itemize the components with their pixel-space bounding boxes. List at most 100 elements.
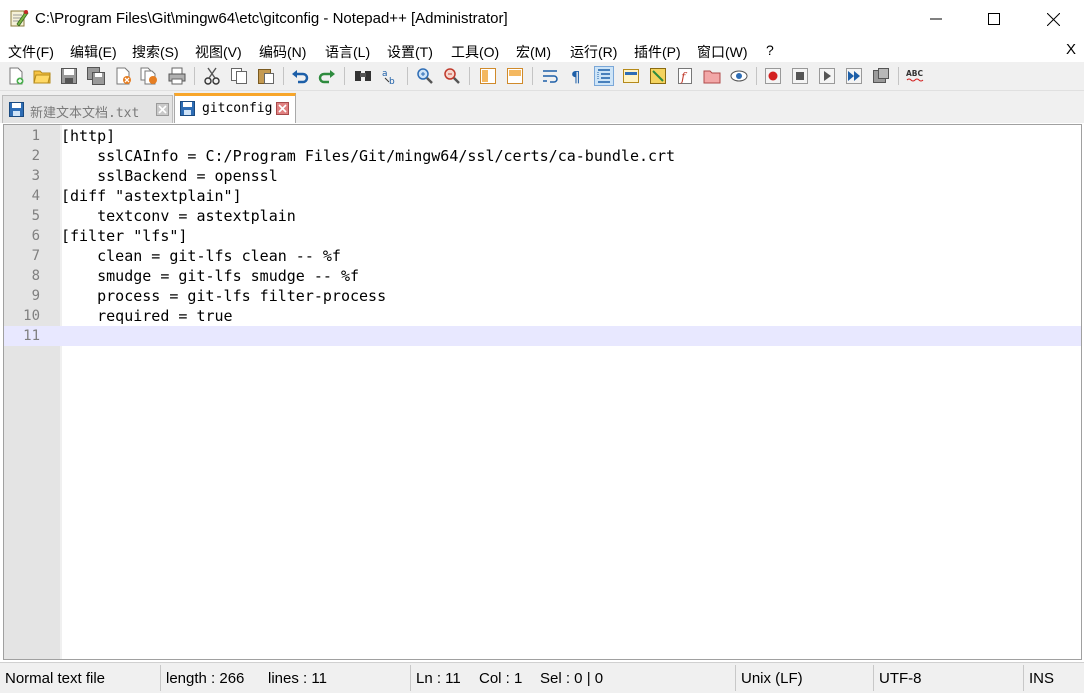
maximize-icon: [988, 13, 1000, 25]
editor-line[interactable]: 8 smudge = git-lfs smudge -- %f: [4, 266, 1081, 286]
menu-bar: 文件(F) 编辑(E) 搜索(S) 视图(V) 编码(N) 语言(L) 设置(T…: [0, 38, 1084, 62]
close-tab-icon[interactable]: [156, 103, 169, 116]
maximize-button[interactable]: [965, 0, 1023, 38]
close-all-icon[interactable]: [140, 67, 158, 85]
show-all-characters-icon[interactable]: ¶: [568, 67, 586, 85]
editor-line[interactable]: 9 process = git-lfs filter-process: [4, 286, 1081, 306]
status-divider: [1023, 665, 1024, 691]
undo-icon[interactable]: [291, 67, 309, 85]
line-number: 3: [31, 168, 40, 184]
editor-line[interactable]: 10 required = true: [4, 306, 1081, 326]
zoom-in-icon[interactable]: [416, 67, 434, 85]
indent-guide-icon[interactable]: [594, 66, 614, 86]
stop-recording-icon[interactable]: [791, 67, 809, 85]
cut-icon[interactable]: [203, 67, 221, 85]
menu-run[interactable]: 运行(R): [570, 42, 617, 62]
svg-text:b: b: [389, 77, 395, 85]
toolbar-separator: [194, 67, 195, 85]
menu-edit[interactable]: 编辑(E): [70, 42, 117, 62]
title-bar: C:\Program Files\Git\mingw64\etc\gitconf…: [0, 0, 1084, 38]
word-wrap-icon[interactable]: [541, 67, 559, 85]
toolbar-separator: [344, 67, 345, 85]
length-status: length : 266: [166, 670, 245, 687]
line-position-status: Ln : 11: [416, 670, 461, 687]
line-number: 6: [31, 228, 40, 244]
line-number: 2: [31, 148, 40, 164]
editor-line[interactable]: 5 textconv = astextplain: [4, 206, 1081, 226]
close-window-button[interactable]: [1024, 0, 1082, 38]
line-number: 9: [31, 288, 40, 304]
folder-as-workspace-icon[interactable]: [703, 67, 721, 85]
menu-file[interactable]: 文件(F): [8, 42, 54, 62]
zoom-out-icon[interactable]: [443, 67, 461, 85]
find-icon[interactable]: [354, 67, 372, 85]
text-editor[interactable]: 1 [http] 2 sslCAInfo = C:/Program Files/G…: [3, 124, 1082, 660]
toolbar-separator: [469, 67, 470, 85]
open-file-icon[interactable]: [33, 67, 51, 85]
menu-language[interactable]: 语言(L): [325, 42, 370, 62]
insert-mode-status[interactable]: INS: [1029, 670, 1054, 687]
menu-tools[interactable]: 工具(O): [451, 42, 499, 62]
toolbar-separator: [898, 67, 899, 85]
save-all-icon[interactable]: [87, 67, 105, 85]
line-number: 4: [31, 188, 40, 204]
menu-view[interactable]: 视图(V): [195, 42, 242, 62]
document-map-icon[interactable]: [649, 67, 667, 85]
editor-line-current[interactable]: 11: [4, 326, 1081, 346]
close-document-button[interactable]: X: [1066, 41, 1076, 58]
paste-icon[interactable]: [257, 67, 275, 85]
sync-vertical-icon[interactable]: [479, 67, 497, 85]
print-icon[interactable]: [168, 67, 186, 85]
tab-new-text-document[interactable]: 新建文本文档.txt: [2, 95, 173, 123]
minimize-icon: [930, 18, 942, 20]
replace-icon[interactable]: ab: [381, 67, 399, 85]
user-defined-language-icon[interactable]: [622, 67, 640, 85]
editor-line[interactable]: 6 [filter "lfs"]: [4, 226, 1081, 246]
menu-search[interactable]: 搜索(S): [132, 42, 179, 62]
spell-check-icon[interactable]: ABC: [906, 67, 924, 85]
tab-gitconfig[interactable]: gitconfig: [174, 93, 296, 123]
toolbar: ab ¶ f ABC: [0, 62, 1084, 91]
svg-text:a: a: [382, 69, 388, 79]
toolbar-separator: [407, 67, 408, 85]
menu-encoding[interactable]: 编码(N): [259, 42, 306, 62]
save-macro-icon[interactable]: [872, 67, 890, 85]
menu-plugins[interactable]: 插件(P): [634, 42, 681, 62]
line-number: 7: [31, 248, 40, 264]
encoding-status[interactable]: UTF-8: [879, 670, 922, 687]
redo-icon[interactable]: [318, 67, 336, 85]
editor-line[interactable]: 2 sslCAInfo = C:/Program Files/Git/mingw…: [4, 146, 1081, 166]
menu-settings[interactable]: 设置(T): [387, 42, 433, 62]
toolbar-separator: [283, 67, 284, 85]
line-text: process = git-lfs filter-process: [61, 287, 387, 305]
eol-format-status[interactable]: Unix (LF): [741, 670, 803, 687]
svg-text:ABC: ABC: [906, 69, 924, 78]
status-divider: [160, 665, 161, 691]
menu-window[interactable]: 窗口(W): [697, 42, 748, 62]
monitoring-icon[interactable]: [730, 67, 748, 85]
new-file-icon[interactable]: [7, 67, 25, 85]
column-position-status: Col : 1: [479, 670, 523, 687]
line-number: 1: [31, 128, 40, 144]
editor-line[interactable]: 3 sslBackend = openssl: [4, 166, 1081, 186]
function-list-icon[interactable]: f: [676, 67, 694, 85]
tab-label: gitconfig: [202, 101, 273, 116]
copy-icon[interactable]: [230, 67, 248, 85]
close-tab-icon[interactable]: [276, 102, 289, 115]
minimize-button[interactable]: [907, 0, 965, 38]
status-divider: [735, 665, 736, 691]
menu-help[interactable]: ?: [766, 42, 774, 58]
close-file-icon[interactable]: [114, 67, 132, 85]
save-icon[interactable]: [60, 67, 78, 85]
line-text: textconv = astextplain: [61, 207, 296, 225]
record-macro-icon[interactable]: [764, 67, 782, 85]
editor-line[interactable]: 7 clean = git-lfs clean -- %f: [4, 246, 1081, 266]
sync-horizontal-icon[interactable]: [506, 67, 524, 85]
run-macro-multiple-icon[interactable]: [845, 67, 863, 85]
tab-bar: 新建文本文档.txt gitconfig: [0, 91, 1084, 123]
editor-line[interactable]: 1 [http]: [4, 126, 1081, 146]
lines-status: lines : 11: [268, 670, 327, 687]
playback-macro-icon[interactable]: [818, 67, 836, 85]
menu-macro[interactable]: 宏(M): [516, 42, 551, 62]
editor-line[interactable]: 4 [diff "astextplain"]: [4, 186, 1081, 206]
